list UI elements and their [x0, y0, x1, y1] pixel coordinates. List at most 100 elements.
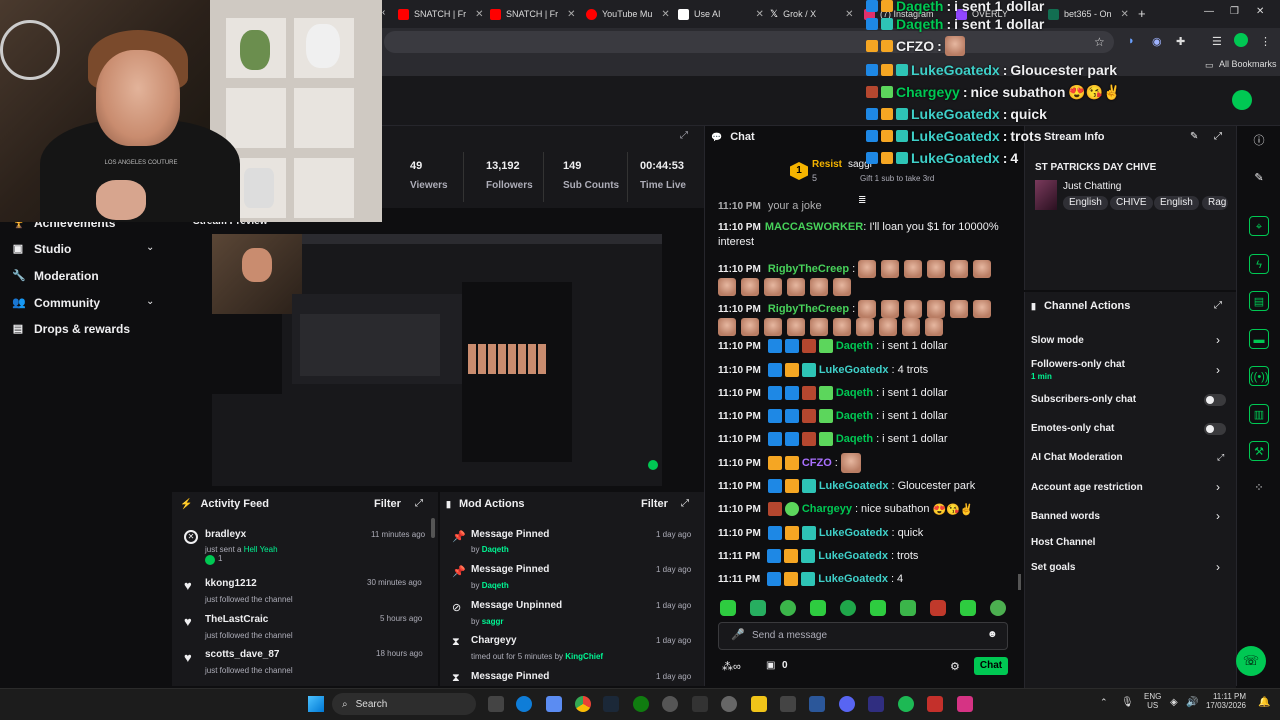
chrome-icon[interactable] — [575, 696, 591, 712]
chat-send-button[interactable]: Chat — [974, 657, 1008, 675]
close-icon[interactable]: ✕ — [1121, 9, 1128, 20]
discord-icon[interactable] — [839, 696, 855, 712]
feed-user[interactable]: bradleyx — [205, 529, 246, 540]
apps-icon[interactable]: ⁘ — [1249, 478, 1269, 498]
document-icon[interactable]: ▤ — [1249, 291, 1269, 311]
browser-tab[interactable]: 𝕏 Grok / X ✕ — [770, 4, 860, 24]
emote-button[interactable] — [780, 600, 796, 616]
pencil-icon[interactable]: ✎ — [1249, 168, 1269, 188]
gear-icon[interactable]: ⚙ — [950, 660, 960, 673]
settings-icon[interactable] — [721, 696, 737, 712]
gift-sub-prompt[interactable]: Gift 1 sub to take 3rd — [860, 174, 934, 183]
feed-user[interactable]: scotts_dave_87 — [205, 649, 280, 660]
taskbar-search[interactable]: ⌕ Search — [332, 693, 476, 715]
points-icon[interactable]: ▣ — [766, 660, 775, 671]
maximize-icon[interactable]: ❐ — [1230, 6, 1239, 17]
popout-icon[interactable]: ⤢ — [415, 498, 423, 509]
action-ai-moderation[interactable]: AI Chat Moderation — [1031, 452, 1123, 463]
minimize-icon[interactable]: — — [1204, 6, 1214, 17]
close-icon[interactable]: ✕ — [845, 9, 853, 20]
app-icon[interactable] — [927, 696, 943, 712]
emote-button[interactable] — [840, 600, 856, 616]
close-icon[interactable]: ✕ — [475, 9, 483, 20]
extension-icon[interactable]: ◗ — [1128, 35, 1135, 47]
chevron-down-icon[interactable]: ⌄ — [146, 242, 154, 253]
browser-tab[interactable]: SNATCH | Fr ✕ — [398, 4, 488, 24]
sidebar-item-studio[interactable]: ▣ Studio — [12, 242, 160, 256]
external-link-icon[interactable]: ⤢ — [1217, 452, 1224, 463]
bits-icon[interactable]: ⁂∞ — [722, 660, 741, 673]
menu-icon[interactable]: ⋮ — [1260, 35, 1271, 48]
user-avatar[interactable] — [1232, 90, 1252, 110]
lightning-icon[interactable]: ϟ — [1249, 254, 1269, 274]
volume-icon[interactable]: 🔊 — [1186, 697, 1198, 708]
url-field[interactable] — [384, 31, 1114, 53]
emote-button[interactable] — [810, 600, 826, 616]
steam-icon[interactable] — [603, 696, 619, 712]
sidebar-item-moderation[interactable]: 🔧 Moderation — [12, 269, 99, 283]
pinned-toggle-icon[interactable]: ≣ — [858, 195, 866, 206]
xbox-icon[interactable] — [633, 696, 649, 712]
all-bookmarks[interactable]: All Bookmarks — [1219, 59, 1277, 69]
action-emotes-only[interactable]: Emotes-only chat — [1031, 423, 1114, 434]
tag[interactable]: English — [1063, 196, 1108, 210]
windows-start-icon[interactable] — [308, 696, 324, 712]
popout-icon[interactable]: ⤢ — [681, 498, 689, 509]
action-set-goals[interactable]: Set goals — [1031, 562, 1075, 573]
scrollbar[interactable] — [1018, 574, 1021, 590]
edit-icon[interactable]: ✎ — [1190, 131, 1198, 142]
chevron-down-icon[interactable]: ⌄ — [146, 296, 154, 307]
popout-icon[interactable]: ⤢ — [1214, 131, 1222, 142]
obs-icon[interactable] — [868, 696, 884, 712]
app-icon[interactable] — [957, 696, 973, 712]
task-view-icon[interactable] — [488, 696, 504, 712]
emote-button[interactable] — [720, 600, 736, 616]
tag[interactable]: English — [1154, 196, 1199, 210]
emote-button[interactable] — [990, 600, 1006, 616]
chevron-right-icon[interactable]: › — [1216, 509, 1220, 523]
puzzle-icon[interactable]: ✚ — [1176, 35, 1185, 48]
action-host-channel[interactable]: Host Channel — [1031, 537, 1095, 548]
server-icon[interactable]: ▥ — [1249, 404, 1269, 424]
chevron-left-icon[interactable]: ‹ — [382, 7, 385, 18]
epic-icon[interactable] — [692, 696, 708, 712]
tab-search-icon[interactable]: ☰ — [1212, 35, 1222, 48]
network-icon[interactable]: ◈ — [1170, 697, 1178, 708]
emote-button[interactable] — [870, 600, 886, 616]
chevron-right-icon[interactable]: › — [1216, 363, 1220, 377]
chat-bubble-icon[interactable]: ▬ — [1249, 329, 1269, 349]
browser-tab[interactable]: Use AI ✕ — [678, 4, 768, 24]
microphone-icon[interactable]: 🎤 — [731, 628, 745, 641]
action-subscribers-only[interactable]: Subscribers-only chat — [1031, 394, 1136, 405]
category-box-art[interactable] — [1035, 180, 1057, 210]
emote-button[interactable] — [930, 600, 946, 616]
action-banned-words[interactable]: Banned words — [1031, 511, 1100, 522]
microphone-icon[interactable]: 🎙 — [1121, 697, 1134, 708]
subscribers-only-toggle[interactable] — [1204, 394, 1226, 406]
language-indicator[interactable]: ENG US — [1144, 692, 1161, 710]
category-name[interactable]: Just Chatting — [1063, 181, 1121, 192]
scrollbar[interactable] — [431, 518, 435, 538]
notification-icon[interactable]: 🔔 — [1258, 697, 1270, 708]
chevron-right-icon[interactable]: › — [1216, 333, 1220, 347]
broadcast-icon[interactable]: ((•)) — [1249, 366, 1269, 386]
sidebar-item-community[interactable]: 👥 Community — [12, 296, 100, 310]
support-button[interactable]: ☏ — [1236, 646, 1266, 676]
emoji-picker-icon[interactable]: ☻ — [987, 629, 998, 640]
app-icon[interactable] — [809, 696, 825, 712]
popout-icon[interactable]: ⤢ — [680, 130, 688, 141]
emotes-only-toggle[interactable] — [1204, 423, 1226, 435]
app-icon[interactable] — [662, 696, 678, 712]
activity-filter-button[interactable]: Filter — [374, 498, 401, 510]
clock[interactable]: 11:11 PM 17/03/2026 — [1202, 692, 1246, 710]
file-explorer-icon[interactable] — [751, 696, 767, 712]
popout-icon[interactable]: ⤢ — [1214, 300, 1222, 311]
feed-user[interactable]: kkong1212 — [205, 578, 257, 589]
action-account-age[interactable]: Account age restriction — [1031, 482, 1143, 493]
emote-button[interactable] — [900, 600, 916, 616]
close-icon[interactable]: ✕ — [661, 9, 669, 20]
target-icon[interactable]: ⌖ — [1249, 216, 1269, 236]
feed-user[interactable]: TheLastCraic — [205, 614, 268, 625]
chevron-right-icon[interactable]: › — [1216, 480, 1220, 494]
extension-icon[interactable]: ◉ — [1152, 35, 1162, 48]
